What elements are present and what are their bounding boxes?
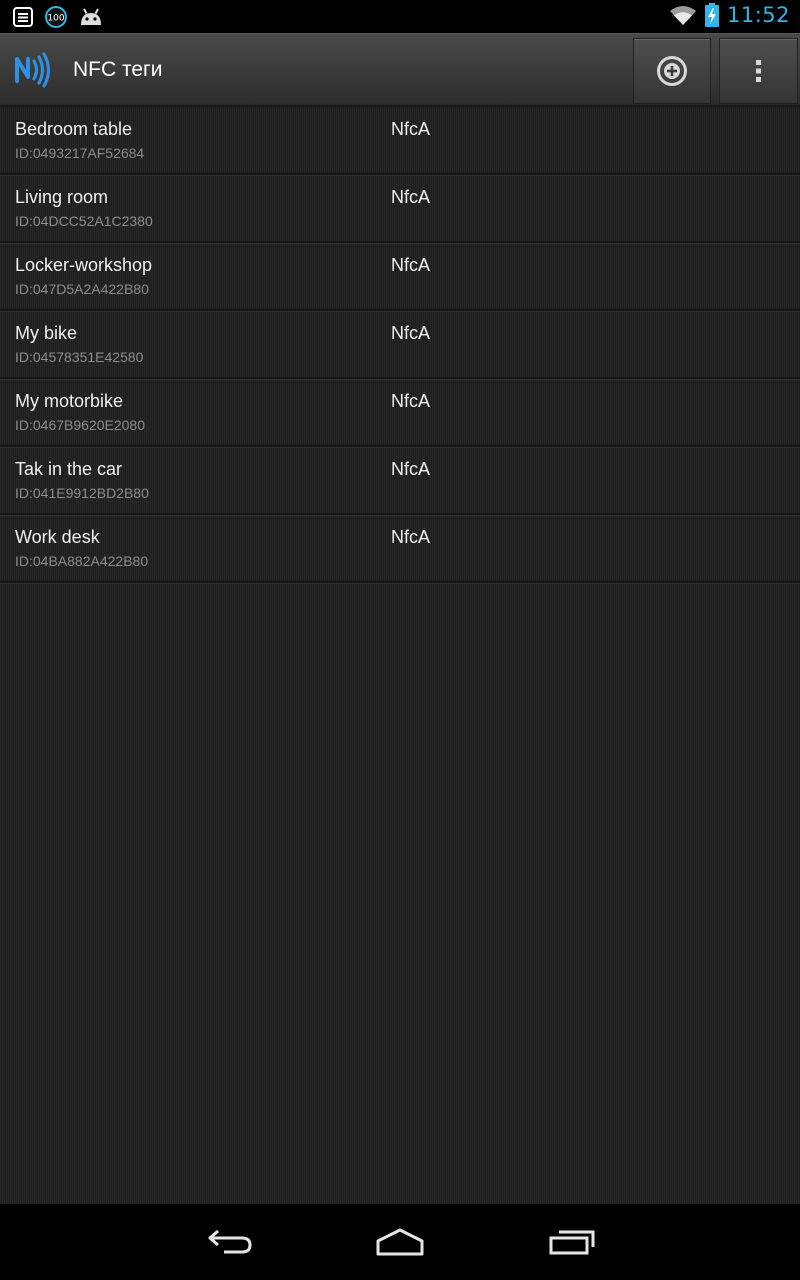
tag-type: NfcA [391,459,431,479]
android-icon [78,7,104,27]
tag-id: ID:04578351E42580 [15,349,144,365]
recent-apps-icon [547,1227,597,1257]
notes-icon [12,6,34,28]
battery-100-badge-icon: 100 [44,5,68,29]
tag-type: NfcA [391,255,431,275]
add-circle-icon [656,55,688,87]
wifi-icon [669,4,697,26]
tag-name: Work desk [15,527,100,547]
back-button[interactable] [200,1224,260,1260]
tag-list: Bedroom table ID:0493217AF52684 NfcA Liv… [0,107,800,1204]
tag-list-item[interactable]: My motorbike ID:0467B9620E2080 NfcA [0,379,800,447]
tag-type: NfcA [391,187,431,207]
navigation-bar [0,1204,800,1280]
tag-id: ID:047D5A2A422B80 [15,281,149,297]
tag-id: ID:04BA882A422B80 [15,553,149,569]
tag-id: ID:041E9912BD2B80 [15,485,149,501]
tag-list-item[interactable]: Tak in the car ID:041E9912BD2B80 NfcA [0,447,800,515]
home-button[interactable] [370,1224,430,1260]
tag-list-item[interactable]: Bedroom table ID:0493217AF52684 NfcA [0,107,800,175]
battery-badge-text: 100 [47,14,64,24]
tag-type: NfcA [391,323,431,343]
recent-apps-button[interactable] [542,1224,602,1260]
app-title: NFC теги [73,58,163,81]
overflow-menu-button[interactable] [719,38,798,104]
battery-charging-icon [704,3,719,27]
tag-list-item[interactable]: Work desk ID:04BA882A422B80 NfcA [0,515,800,583]
status-bar: 100 11:52 [0,0,800,33]
tag-name: My bike [15,323,78,343]
tag-type: NfcA [391,527,431,547]
add-tag-button[interactable] [633,38,711,104]
tag-name: Tak in the car [15,459,123,479]
tag-name: Living room [15,187,109,207]
nfc-icon[interactable] [14,51,52,89]
tag-name: My motorbike [15,391,124,411]
tag-list-item[interactable]: Locker-workshop ID:047D5A2A422B80 NfcA [0,243,800,311]
tag-name: Locker-workshop [15,255,153,275]
tag-id: ID:0467B9620E2080 [15,417,145,433]
tag-list-item[interactable]: My bike ID:04578351E42580 NfcA [0,311,800,379]
action-bar: NFC теги [0,33,800,107]
tag-name: Bedroom table [15,119,133,139]
tag-type: NfcA [391,119,431,139]
tag-list-item[interactable]: Living room ID:04DCC52A1C2380 NfcA [0,175,800,243]
back-icon [206,1227,254,1257]
home-icon [374,1227,426,1257]
tag-type: NfcA [391,391,431,411]
overflow-menu-icon [755,59,763,83]
clock-time: 11:52 [726,3,790,27]
tag-id: ID:04DCC52A1C2380 [15,213,153,229]
tag-id: ID:0493217AF52684 [15,145,145,161]
